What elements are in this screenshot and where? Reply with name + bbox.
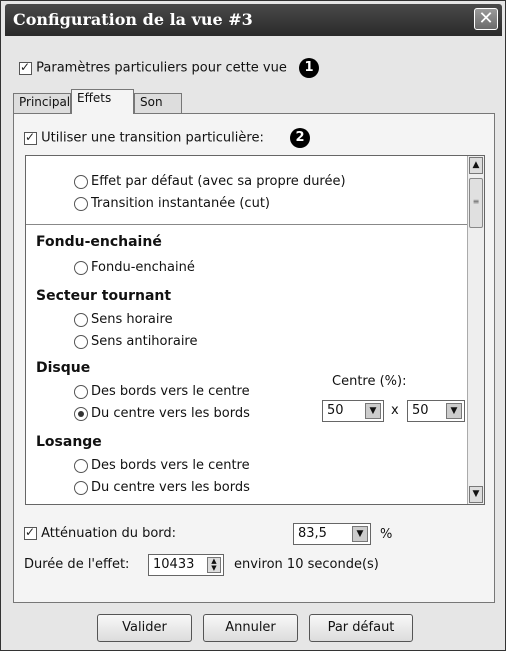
tab-effets-label: Effets <box>77 91 112 105</box>
attenuation-label: Atténuation du bord: <box>41 526 177 541</box>
attenuation-select[interactable]: 83,5 ▼ <box>293 523 371 545</box>
list-item[interactable]: Effet par défaut (avec sa propre durée) <box>74 174 346 189</box>
callout-badge-1: 1 <box>299 58 319 78</box>
particular-settings-row: Paramètres particuliers pour cette vue 1 <box>19 58 319 78</box>
list-item[interactable]: Fondu-enchainé <box>74 260 195 275</box>
list-divider <box>26 224 469 225</box>
option-label: Sens horaire <box>91 312 173 327</box>
chevron-down-icon[interactable]: ▼ <box>365 403 381 419</box>
validate-button-label: Valider <box>122 620 167 635</box>
scroll-up-button[interactable]: ▲ <box>469 157 483 174</box>
option-label: Fondu-enchainé <box>91 260 195 275</box>
scroll-thumb[interactable]: ≡ <box>469 178 483 228</box>
list-item[interactable]: Sens antihoraire <box>74 334 197 349</box>
cancel-button-label: Annuler <box>225 620 276 635</box>
radio-default-effect[interactable] <box>74 174 88 189</box>
particular-settings-label: Paramètres particuliers pour cette vue <box>36 60 287 76</box>
centre-label: Centre (%): <box>332 374 407 389</box>
attenuation-value: 83,5 <box>298 526 327 541</box>
chevron-down-icon[interactable]: ▼ <box>446 403 462 419</box>
close-icon: ✕ <box>478 8 494 29</box>
spin-arrows-icon[interactable]: ▲ ▼ <box>207 557 221 573</box>
radio-counterclockwise[interactable] <box>74 334 88 349</box>
group-title: Secteur tournant <box>36 288 172 304</box>
tab-effets[interactable]: Effets <box>71 89 134 114</box>
particular-settings-checkbox[interactable] <box>19 60 32 75</box>
option-label: Du centre vers les bords <box>91 480 250 495</box>
duration-stepper[interactable]: 10433 ▲ ▼ <box>148 554 224 576</box>
list-scrollbar[interactable]: ▲ ≡ ▼ <box>467 156 484 504</box>
radio-losange-center-to-edges[interactable] <box>74 480 88 495</box>
default-button[interactable]: Par défaut <box>309 614 413 642</box>
window-title: Configuration de la vue #3 <box>13 10 253 29</box>
centre-separator: x <box>391 403 399 418</box>
list-item[interactable]: Des bords vers le centre <box>74 458 250 473</box>
option-label: Du centre vers les bords <box>91 406 250 421</box>
group-title: Fondu-enchainé <box>36 234 162 250</box>
duration-label: Durée de l'effet: <box>24 557 130 572</box>
scroll-down-button[interactable]: ▼ <box>469 486 483 503</box>
transition-label: Utiliser une transition particulière: <box>41 130 264 146</box>
list-item[interactable]: Sens horaire <box>74 312 173 327</box>
radio-fondu[interactable] <box>74 260 88 275</box>
tab-principal[interactable]: Principal <box>13 93 71 113</box>
list-item[interactable]: Des bords vers le centre <box>74 384 250 399</box>
attenuation-unit: % <box>380 527 393 542</box>
option-label: Sens antihoraire <box>91 334 198 349</box>
list-item[interactable]: Du centre vers les bords <box>74 406 250 421</box>
callout-badge-2: 2 <box>289 128 310 148</box>
centre-y-value: 50 <box>412 403 429 418</box>
duration-value: 10433 <box>153 557 195 572</box>
radio-losange-edges-to-center[interactable] <box>74 458 88 473</box>
list-item[interactable]: Transition instantanée (cut) <box>74 196 270 211</box>
radio-clockwise[interactable] <box>74 312 88 327</box>
cancel-button[interactable]: Annuler <box>203 614 298 642</box>
transition-row: Utiliser une transition particulière: 2 <box>24 128 310 148</box>
option-label: Des bords vers le centre <box>91 458 250 473</box>
validate-button[interactable]: Valider <box>97 614 192 642</box>
default-button-label: Par défaut <box>327 620 395 635</box>
centre-y-select[interactable]: 50 ▼ <box>407 400 465 422</box>
tab-son[interactable]: Son <box>134 93 182 113</box>
close-button[interactable]: ✕ <box>474 8 498 30</box>
dialog-window: Configuration de la vue #3 ✕ Paramètres … <box>0 0 506 651</box>
list-item[interactable]: Du centre vers les bords <box>74 480 250 495</box>
radio-disque-edges-to-center[interactable] <box>74 384 88 399</box>
chevron-down-icon[interactable]: ▼ <box>352 526 368 542</box>
group-title: Losange <box>36 434 102 450</box>
group-title: Disque <box>36 360 91 376</box>
centre-x-select[interactable]: 50 ▼ <box>322 400 384 422</box>
transition-checkbox[interactable] <box>24 130 37 145</box>
tab-son-label: Son <box>140 95 163 109</box>
effects-panel: Utiliser une transition particulière: 2 … <box>13 113 495 603</box>
radio-instant-cut[interactable] <box>74 196 88 211</box>
duration-note: environ 10 seconde(s) <box>234 557 379 572</box>
radio-disque-center-to-edges[interactable] <box>74 406 88 421</box>
transition-list[interactable]: Effet par défaut (avec sa propre durée) … <box>25 155 485 505</box>
tab-principal-label: Principal <box>19 95 71 109</box>
option-label: Des bords vers le centre <box>91 384 250 399</box>
attenuation-checkbox[interactable] <box>24 525 37 540</box>
centre-x-value: 50 <box>327 403 344 418</box>
attenuation-row: Atténuation du bord: <box>24 525 177 541</box>
option-label: Effet par défaut (avec sa propre durée) <box>91 174 346 189</box>
title-bar[interactable]: Configuration de la vue #3 ✕ <box>5 4 502 36</box>
option-label: Transition instantanée (cut) <box>91 196 270 211</box>
